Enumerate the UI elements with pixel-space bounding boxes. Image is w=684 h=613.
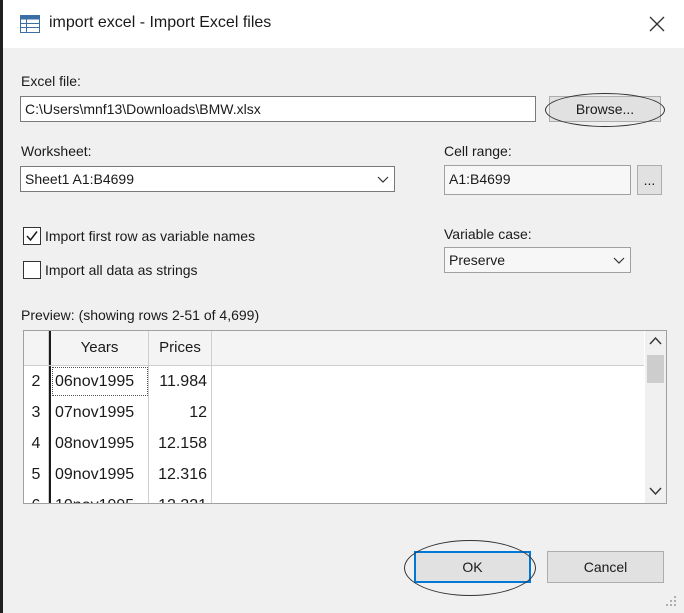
column-header-years[interactable]: Years bbox=[49, 331, 149, 365]
excel-file-label: Excel file: bbox=[21, 73, 81, 89]
table-row[interactable]: 4 08nov1995 12.158 bbox=[24, 428, 644, 459]
preview-label: Preview: (showing rows 2-51 of 4,699) bbox=[21, 307, 260, 323]
grid-header: Years Prices bbox=[24, 331, 644, 366]
chevron-down-icon bbox=[613, 257, 625, 264]
first-row-checkbox[interactable] bbox=[23, 227, 41, 245]
cell-years[interactable]: 06nov1995 bbox=[51, 366, 149, 397]
variable-case-label: Variable case: bbox=[444, 226, 532, 242]
table-row[interactable]: 6 10nov1995 12.221 bbox=[24, 490, 644, 503]
worksheet-select[interactable]: Sheet1 A1:B4699 bbox=[20, 166, 395, 192]
window-title: import excel - Import Excel files bbox=[49, 14, 272, 31]
cell-prices[interactable]: 12.316 bbox=[149, 459, 212, 490]
row-number: 6 bbox=[24, 490, 49, 503]
cell-range-more-button[interactable]: ... bbox=[637, 165, 662, 195]
cell-prices[interactable]: 11.984 bbox=[149, 366, 212, 397]
cancel-button[interactable]: Cancel bbox=[547, 551, 664, 583]
vertical-scrollbar[interactable] bbox=[645, 331, 666, 503]
row-number: 5 bbox=[24, 459, 49, 490]
row-header-separator bbox=[49, 366, 51, 503]
spreadsheet-icon bbox=[20, 15, 40, 33]
scroll-thumb[interactable] bbox=[647, 355, 664, 383]
cell-years[interactable]: 10nov1995 bbox=[51, 490, 149, 503]
table-row[interactable]: 3 07nov1995 12 bbox=[24, 397, 644, 428]
scroll-up-icon[interactable] bbox=[645, 331, 666, 351]
cell-prices[interactable]: 12 bbox=[149, 397, 212, 428]
cell-prices[interactable]: 12.158 bbox=[149, 428, 212, 459]
chevron-down-icon bbox=[377, 176, 389, 183]
resize-grip-icon[interactable] bbox=[664, 594, 678, 608]
column-header-prices[interactable]: Prices bbox=[149, 331, 212, 365]
variable-case-selected: Preserve bbox=[449, 252, 506, 268]
preview-grid[interactable]: Years Prices 2 06nov1995 11.984 3 07nov1… bbox=[23, 330, 667, 504]
scroll-down-icon[interactable] bbox=[645, 481, 666, 501]
cell-years[interactable]: 08nov1995 bbox=[51, 428, 149, 459]
title-bar[interactable]: import excel - Import Excel files bbox=[3, 0, 684, 48]
first-row-label[interactable]: Import first row as variable names bbox=[45, 228, 255, 244]
cell-range-label: Cell range: bbox=[444, 143, 512, 159]
grid-corner bbox=[24, 331, 49, 365]
dialog-body: Excel file: C:\Users\mnf13\Downloads\BMW… bbox=[3, 48, 684, 613]
cell-range-field[interactable]: A1:B4699 bbox=[444, 165, 631, 195]
table-row[interactable]: 5 09nov1995 12.316 bbox=[24, 459, 644, 490]
row-number: 3 bbox=[24, 397, 49, 428]
close-icon[interactable] bbox=[643, 10, 671, 38]
ok-button[interactable]: OK bbox=[414, 551, 531, 583]
cell-prices[interactable]: 12.221 bbox=[149, 490, 212, 503]
checkmark-icon bbox=[26, 231, 38, 242]
strings-label[interactable]: Import all data as strings bbox=[45, 262, 198, 278]
worksheet-label: Worksheet: bbox=[21, 143, 92, 159]
row-number: 4 bbox=[24, 428, 49, 459]
variable-case-select[interactable]: Preserve bbox=[444, 247, 631, 273]
row-number: 2 bbox=[24, 366, 49, 397]
browse-button[interactable]: Browse... bbox=[549, 96, 661, 122]
worksheet-selected: Sheet1 A1:B4699 bbox=[25, 171, 134, 187]
cell-years[interactable]: 07nov1995 bbox=[51, 397, 149, 428]
excel-file-field[interactable]: C:\Users\mnf13\Downloads\BMW.xlsx bbox=[20, 96, 536, 122]
table-row[interactable]: 2 06nov1995 11.984 bbox=[24, 366, 644, 397]
cell-years[interactable]: 09nov1995 bbox=[51, 459, 149, 490]
strings-checkbox[interactable] bbox=[23, 261, 41, 279]
